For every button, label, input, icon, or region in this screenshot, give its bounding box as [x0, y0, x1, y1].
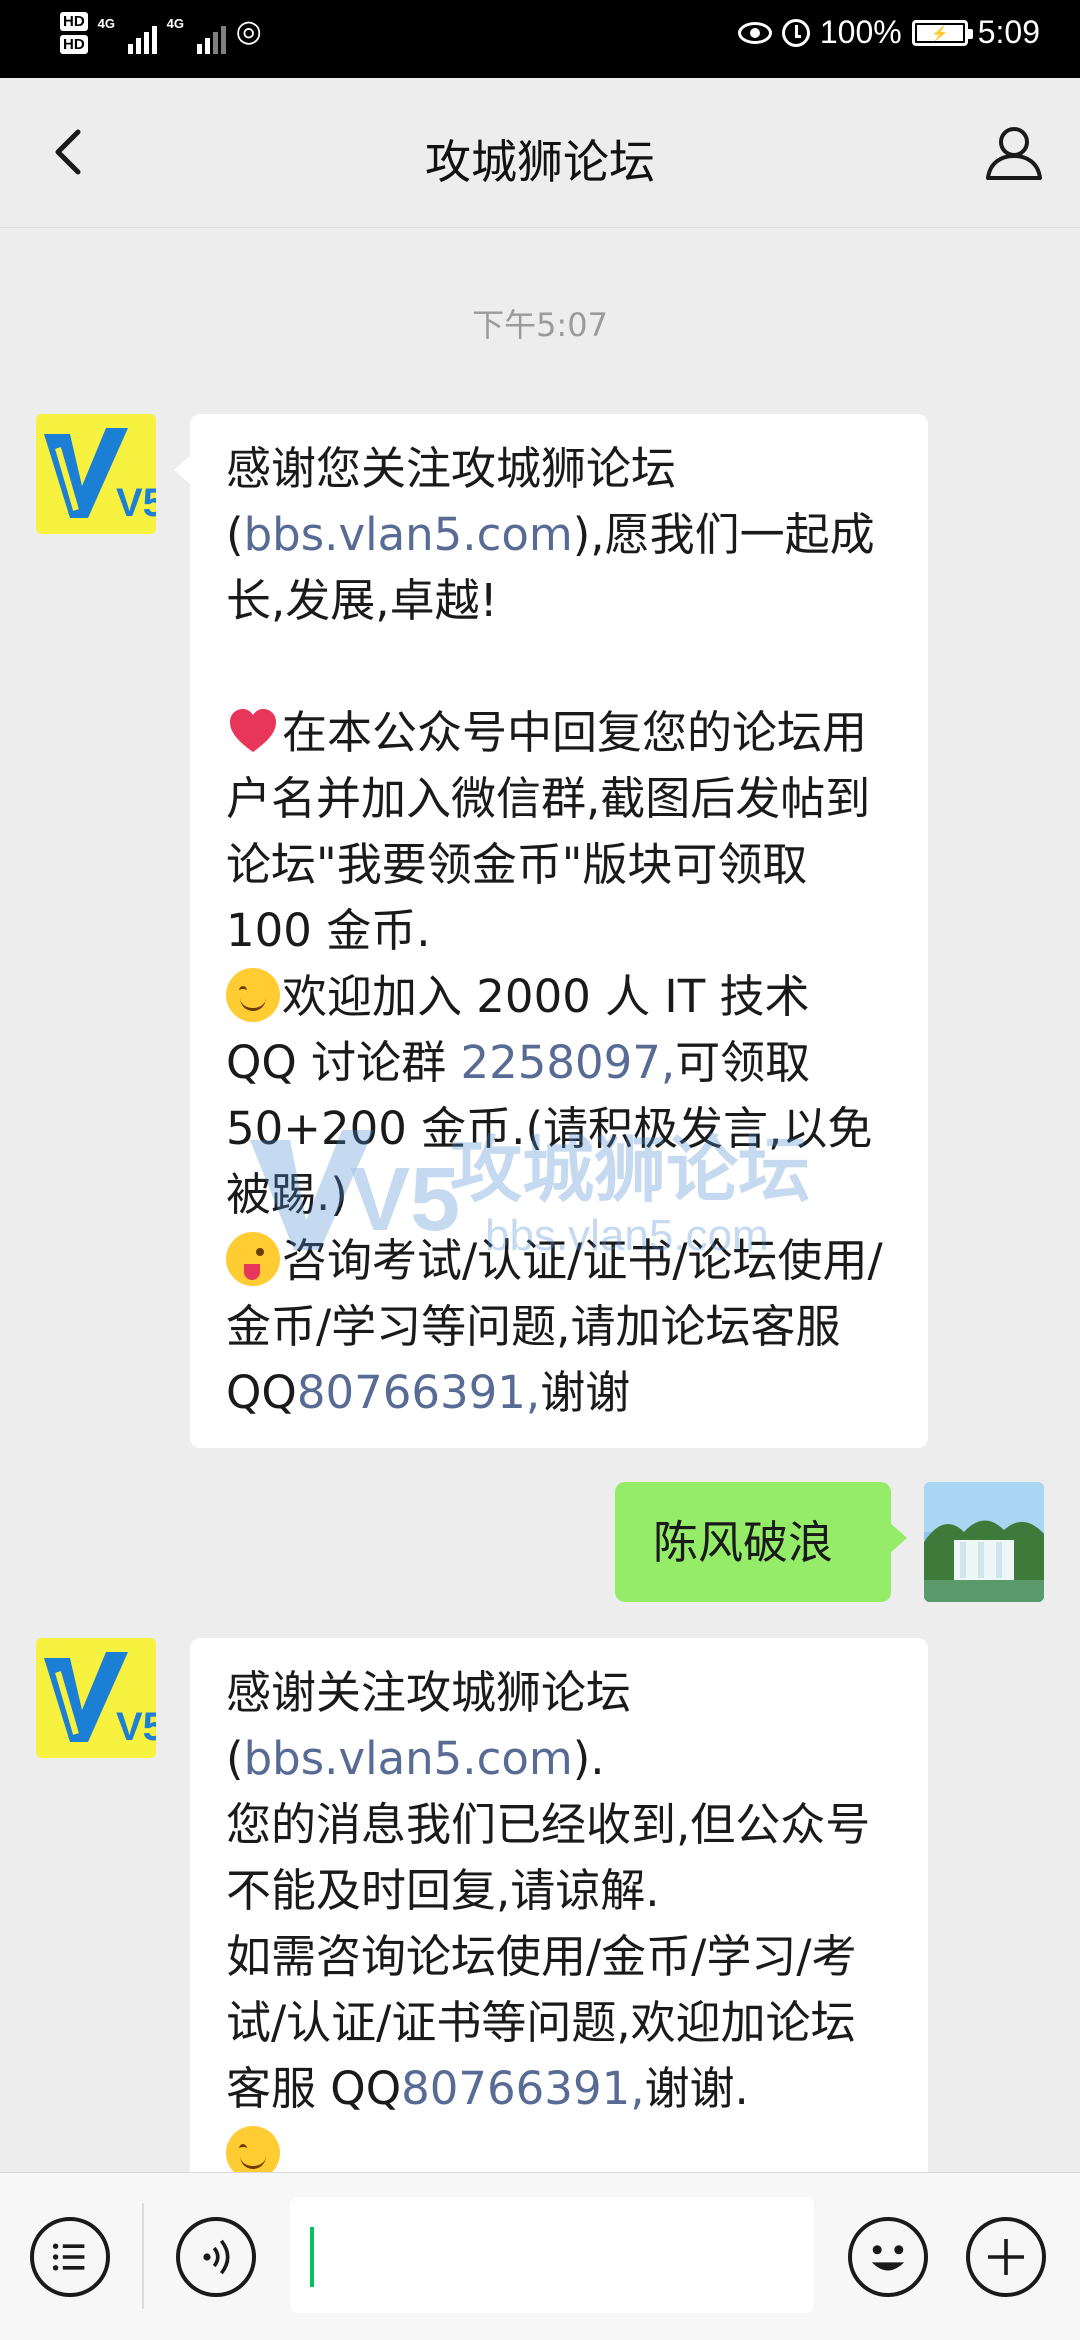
msg2-text: 陈风破浪: [653, 1516, 834, 1569]
status-time: 5:09: [977, 14, 1040, 50]
net1-label: 4G: [97, 16, 116, 31]
battery-icon: ⚡: [911, 19, 973, 46]
msg1-para2: 在本公众号中回复您的论坛用户名并加入微信群,截图后发帖到论坛"我要领金币"版块可…: [226, 700, 892, 964]
forum-link[interactable]: bbs.vlan5.com: [244, 508, 573, 561]
msg1-para1: 感谢您关注攻城狮论坛(bbs.vlan5.com),愿我们一起成长,发展,卓越!: [226, 436, 892, 634]
qq-group-link[interactable]: 2258097,: [460, 1036, 675, 1089]
msg3-text: 谢谢.: [644, 2062, 749, 2115]
bot-avatar[interactable]: V5: [36, 414, 156, 534]
message-bubble-1[interactable]: 感谢您关注攻城狮论坛(bbs.vlan5.com),愿我们一起成长,发展,卓越!…: [174, 414, 928, 1448]
my-avatar[interactable]: [924, 1482, 1044, 1602]
bot-avatar[interactable]: V5: [36, 1638, 156, 1758]
msg3-para1: 感谢关注攻城狮论坛(bbs.vlan5.com).: [226, 1660, 892, 1792]
hd2-badge: HD: [60, 35, 88, 54]
signal-2-icon: 4G: [167, 12, 226, 54]
msg1-para4: 咨询考试/认证/证书/论坛使用/金币/学习等问题,请加论坛客服 QQ807663…: [226, 1228, 892, 1426]
status-left: HD HD 4G 4G ◎: [60, 12, 262, 54]
status-right: 100% ⚡ 5:09: [737, 14, 1040, 51]
v5-logo-icon: V5: [36, 1638, 156, 1758]
msg3-text: 您的消息我们已经收到,但公众号不能及时回复,请谅解.: [226, 1798, 871, 1917]
msg3-text: ).: [572, 1732, 605, 1785]
msg3-para3: 如需咨询论坛使用/金币/学习/考试/认证/证书等问题,欢迎加论坛客服 QQ807…: [226, 1924, 892, 2122]
signal-1-icon: 4G: [98, 12, 157, 54]
hd1-badge: HD: [60, 12, 88, 31]
toolbar-divider: [142, 2203, 144, 2309]
waterfall-avatar-icon: [924, 1482, 1044, 1602]
message-bubble-3[interactable]: 感谢关注攻城狮论坛(bbs.vlan5.com). 您的消息我们已经收到,但公众…: [190, 1638, 928, 2172]
msg1-text: 在本公众号中回复您的论坛用户名并加入微信群,截图后发帖到论坛"我要领金币"版块可…: [226, 706, 871, 957]
net2-label: 4G: [166, 16, 185, 31]
qq-service-link[interactable]: 80766391,: [297, 1366, 540, 1419]
message-input[interactable]: [290, 2197, 814, 2313]
menu-list-icon[interactable]: [30, 2217, 110, 2297]
msg3-para2: 您的消息我们已经收到,但公众号不能及时回复,请谅解.: [226, 1792, 892, 1924]
v5-logo-icon: V5: [36, 414, 156, 534]
profile-icon[interactable]: [982, 120, 1046, 184]
heart-emoji-icon: [230, 709, 276, 752]
battery-percent: 100%: [819, 14, 902, 50]
smile-emoji-icon: [226, 2126, 280, 2172]
msg3-para4: [226, 2122, 892, 2172]
qq-service-link[interactable]: 80766391,: [401, 2062, 644, 2115]
plus-icon[interactable]: [966, 2217, 1046, 2297]
text-caret: [310, 2227, 314, 2287]
input-toolbar: [0, 2172, 1080, 2340]
chat-title: 攻城狮论坛: [425, 135, 655, 189]
eye-comfort-icon: [737, 21, 772, 44]
forum-link[interactable]: bbs.vlan5.com: [244, 1732, 573, 1785]
msg1-text: 谢谢: [540, 1366, 631, 1419]
avatar-logo-text: V5: [116, 481, 156, 525]
message-bubble-2[interactable]: 陈风破浪: [615, 1482, 907, 1602]
alarm-icon: [781, 18, 810, 47]
emoji-icon[interactable]: [848, 2217, 928, 2297]
chat-header: 攻城狮论坛: [0, 78, 1080, 228]
smile-emoji-icon: [226, 968, 280, 1022]
message-timestamp: 下午5:07: [472, 306, 608, 344]
avatar-logo-text: V5: [116, 1705, 156, 1749]
hd-indicators: HD HD: [60, 12, 88, 54]
status-bar: HD HD 4G 4G ◎ 100% ⚡ 5:09: [0, 0, 1080, 78]
wink-emoji-icon: [226, 1232, 280, 1286]
hotspot-icon: ◎: [235, 15, 262, 48]
msg1-para3: 欢迎加入 2000 人 IT 技术 QQ 讨论群 2258097,可领取 50+…: [226, 964, 892, 1228]
voice-icon[interactable]: [176, 2217, 256, 2297]
